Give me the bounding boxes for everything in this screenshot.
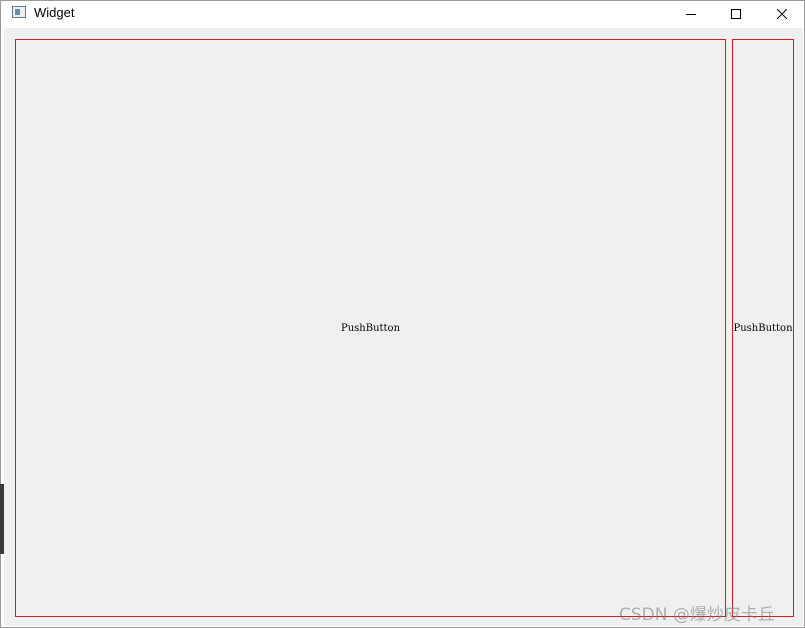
title-bar[interactable]: Widget <box>1 1 804 27</box>
maximize-button[interactable] <box>713 1 759 27</box>
push-button-right[interactable]: PushButton <box>732 39 794 617</box>
minimize-button[interactable] <box>668 1 714 27</box>
window-title: Widget <box>34 5 75 20</box>
app-window-icon[interactable] <box>12 6 26 18</box>
minimize-icon <box>686 14 696 15</box>
close-icon <box>777 9 787 19</box>
background-edge-left <box>0 484 4 554</box>
maximize-icon <box>731 9 741 19</box>
widget-client-area: PushButton PushButton <box>4 28 803 626</box>
push-button-left[interactable]: PushButton <box>15 39 726 617</box>
app-window: Widget PushButton PushButton CSDN @爆炒皮卡丘 <box>0 0 805 628</box>
close-button[interactable] <box>759 1 804 27</box>
